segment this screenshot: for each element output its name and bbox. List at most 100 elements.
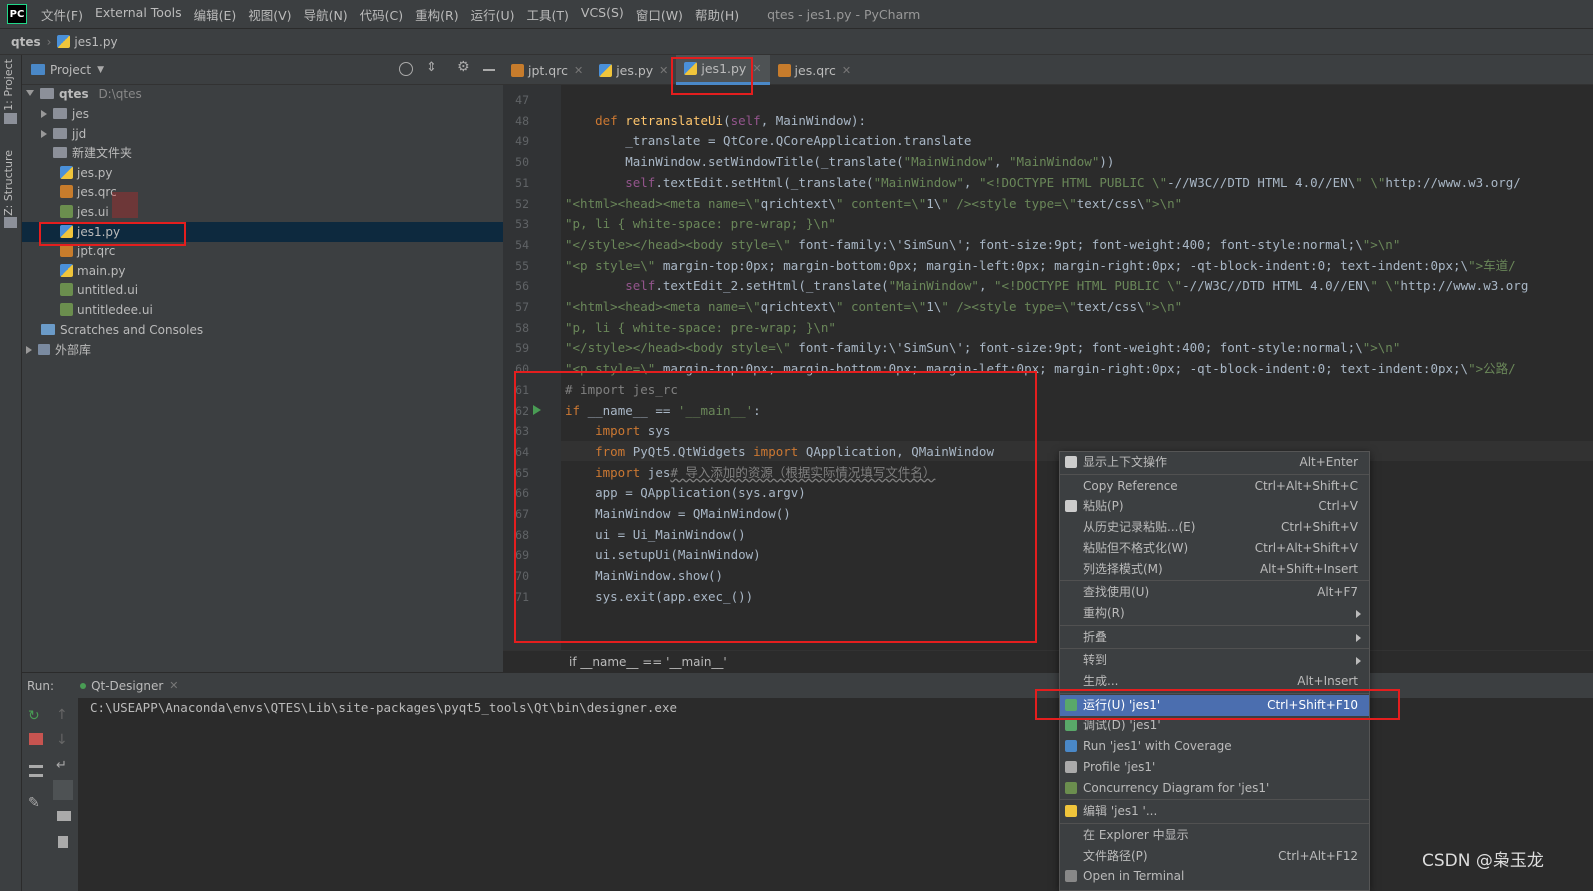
code-line[interactable]: "p, li { white-space: pre-wrap; }\n" [565, 214, 836, 234]
tree-item[interactable]: untitled.ui [60, 280, 138, 300]
context-menu-item[interactable]: Concurrency Diagram for 'jes1' [1060, 778, 1369, 799]
tab-jes-py[interactable]: jes.py ✕ [591, 55, 676, 85]
tree-scratches[interactable]: Scratches and Consoles [41, 320, 203, 340]
menu-item[interactable]: 重构(R) [409, 5, 464, 24]
context-menu-item[interactable]: 从历史记录粘贴...(E) Ctrl+Shift+V [1060, 517, 1369, 538]
menu-item[interactable]: 代码(C) [354, 5, 409, 24]
tab-jpt-qrc[interactable]: jpt.qrc ✕ [503, 55, 591, 85]
soft-wrap-icon[interactable]: ↵ [56, 758, 67, 773]
menu-separator [1060, 473, 1369, 475]
code-line[interactable]: _translate = QtCore.QCoreApplication.tra… [565, 131, 971, 151]
layout-icon[interactable] [29, 765, 43, 777]
pin-icon[interactable]: ✎ [28, 795, 40, 811]
code-line[interactable]: self.textEdit_2.setHtml(_translate("Main… [565, 276, 1528, 296]
code-line[interactable]: def retranslateUi(self, MainWindow): [565, 111, 866, 131]
shortcut-label: Ctrl+Alt+Shift+C [1254, 478, 1358, 493]
tree-root[interactable]: qtes D:\qtes [26, 84, 142, 104]
stop-icon[interactable] [29, 733, 43, 745]
code-line[interactable]: "<html><head><meta name=\"qrichtext\" co… [565, 194, 1182, 214]
tree-item-label: jes [72, 107, 89, 121]
nav-file[interactable]: jes1.py [74, 35, 117, 49]
menu-item[interactable]: 工具(T) [521, 5, 575, 24]
tree-item[interactable]: 新建文件夹 [41, 143, 132, 163]
context-menu-item[interactable]: 查找使用(U) Alt+F7 [1060, 582, 1369, 603]
tree-item[interactable]: jjd [41, 124, 86, 144]
code-line[interactable]: MainWindow.setWindowTitle(_translate("Ma… [565, 152, 1114, 172]
context-menu-item[interactable]: 编辑 'jes1 '... [1060, 801, 1369, 822]
collapse-all-icon[interactable]: ⇕ [426, 60, 437, 75]
expand-arrow-icon[interactable] [26, 346, 32, 354]
tree-item[interactable]: jes [41, 104, 89, 124]
code-line[interactable]: "</style></head><body style=\" font-fami… [565, 338, 1400, 358]
annotation-box-file [39, 222, 186, 246]
menu-item[interactable]: 编辑(E) [188, 5, 243, 24]
print-icon[interactable] [57, 811, 71, 821]
tab-structure[interactable]: Z: Structure [2, 150, 15, 216]
context-menu-item[interactable]: 转到 [1060, 650, 1369, 671]
context-menu-label: Run 'jes1' with Coverage [1083, 739, 1232, 754]
close-icon[interactable]: ✕ [659, 64, 668, 77]
tree-external-libraries[interactable]: 外部库 [26, 340, 91, 360]
trash-icon[interactable] [58, 836, 68, 848]
submenu-arrow-icon [1356, 609, 1361, 618]
expand-arrow-icon[interactable] [41, 110, 47, 118]
scroll-to-end-icon[interactable] [53, 780, 73, 800]
menu-item[interactable]: 文件(F) [35, 5, 89, 24]
context-menu-label: 粘贴但不格式化(W) [1083, 540, 1189, 555]
menu-item[interactable]: External Tools [89, 5, 188, 24]
menu-item[interactable]: 导航(N) [298, 5, 354, 24]
menu-item[interactable]: 帮助(H) [689, 5, 745, 24]
tab-jes-qrc[interactable]: jes.qrc ✕ [770, 55, 860, 85]
expand-arrow-icon[interactable] [41, 129, 47, 138]
context-menu-item[interactable]: 在 Explorer 中显示 [1060, 825, 1369, 846]
context-menu-item[interactable]: 重构(R) [1060, 603, 1369, 624]
line-number: 57 [515, 300, 529, 314]
locate-icon[interactable] [399, 62, 413, 76]
close-icon[interactable]: ✕ [169, 679, 178, 692]
tree-item[interactable]: jes.qrc [60, 182, 117, 202]
tree-item[interactable]: jes.ui [60, 202, 109, 222]
tab-project[interactable]: 1: Project [2, 59, 15, 111]
code-line[interactable]: "<p style=\" margin-top:0px; margin-bott… [565, 256, 1516, 276]
project-title[interactable]: Project [50, 63, 91, 77]
menu-separator [1060, 822, 1369, 824]
context-menu-item[interactable]: Copy Reference Ctrl+Alt+Shift+C [1060, 476, 1369, 497]
context-menu-item[interactable]: 显示上下文操作 Alt+Enter [1060, 452, 1369, 473]
context-menu-item[interactable]: Open in Terminal [1060, 866, 1369, 887]
minimize-icon[interactable] [483, 69, 495, 71]
arrow-up-icon[interactable]: ↑ [56, 707, 68, 723]
close-icon[interactable]: ✕ [752, 62, 761, 75]
context-menu-item[interactable]: 粘贴(P) Ctrl+V [1060, 496, 1369, 517]
code-breadcrumb[interactable]: if __name__ == '__main__' [503, 650, 1593, 672]
close-icon[interactable]: ✕ [574, 64, 583, 77]
tree-item[interactable]: untitledee.ui [60, 300, 153, 320]
context-menu-item[interactable]: 折叠 [1060, 627, 1369, 648]
expand-arrow-icon[interactable] [26, 90, 34, 96]
code-line[interactable]: "p, li { white-space: pre-wrap; }\n" [565, 318, 836, 338]
context-menu-item[interactable]: 文件路径(P) Ctrl+Alt+F12 [1060, 846, 1369, 867]
shortcut-label: Ctrl+Alt+Shift+V [1254, 540, 1358, 555]
close-icon[interactable]: ✕ [842, 64, 851, 77]
code-line[interactable]: "</style></head><body style=\" font-fami… [565, 235, 1400, 255]
context-menu-item[interactable]: 粘贴但不格式化(W) Ctrl+Alt+Shift+V [1060, 538, 1369, 559]
run-config-tab[interactable]: Qt-Designer [91, 679, 163, 693]
chevron-down-icon[interactable]: ▼ [97, 65, 104, 75]
tree-item[interactable]: jes.py [60, 163, 113, 183]
code-line[interactable]: "<html><head><meta name=\"qrichtext\" co… [565, 297, 1182, 317]
context-menu-item[interactable]: 列选择模式(M) Alt+Shift+Insert [1060, 559, 1369, 580]
code-line[interactable]: self.textEdit.setHtml(_translate("MainWi… [565, 173, 1521, 193]
debug-icon [1065, 719, 1077, 732]
menu-item[interactable]: 运行(U) [465, 5, 521, 24]
context-menu-label: 折叠 [1083, 629, 1108, 644]
context-menu-item[interactable]: Profile 'jes1' [1060, 757, 1369, 778]
nav-project[interactable]: qtes [11, 35, 41, 49]
menu-item[interactable]: VCS(S) [575, 5, 630, 24]
menu-item[interactable]: 视图(V) [242, 5, 297, 24]
arrow-down-icon[interactable]: ↓ [56, 732, 68, 748]
context-menu-item[interactable]: Run 'jes1' with Coverage [1060, 736, 1369, 757]
menu-item[interactable]: 窗口(W) [630, 5, 689, 24]
rerun-icon[interactable]: ↻ [28, 708, 40, 724]
tree-item[interactable]: main.py [60, 261, 126, 281]
gear-icon[interactable]: ⚙ [457, 59, 470, 75]
context-menu-label: Open in Terminal [1083, 869, 1185, 884]
